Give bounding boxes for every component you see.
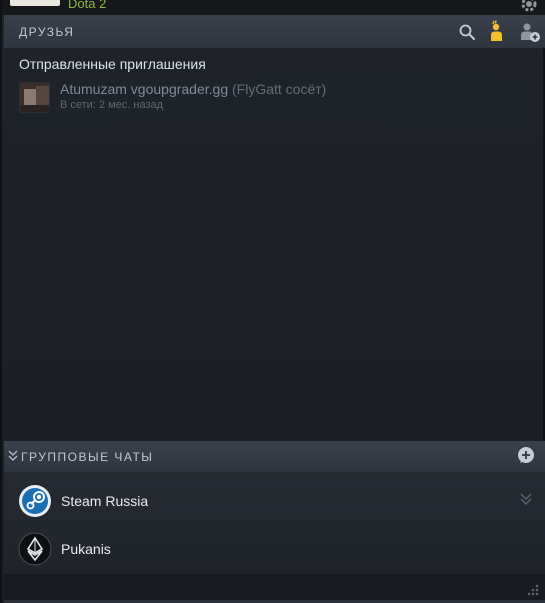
friends-list-window: Dota 2 ДРУЗЬЯ Отправленные приглашения A…: [0, 0, 545, 603]
add-friend-icon[interactable]: [485, 19, 511, 45]
group-chat-name: Steam Russia: [61, 493, 149, 509]
current-game-bar[interactable]: Dota 2: [2, 0, 545, 15]
current-game-label: Dota 2: [68, 0, 107, 11]
bottom-bar: [4, 574, 545, 603]
group-chat-name: Pukanis: [61, 541, 111, 557]
sent-invites-heading: Отправленные приглашения: [19, 56, 206, 72]
friend-avatar[interactable]: [19, 82, 50, 113]
friend-name: Atumuzam vgoupgrader.gg (FlyGatt cосёт): [60, 81, 326, 97]
friends-header: ДРУЗЬЯ: [4, 15, 545, 48]
chevron-down-icon[interactable]: [520, 492, 532, 506]
group-chats-header[interactable]: ГРУППОВЫЕ ЧАТЫ: [4, 441, 545, 472]
add-chat-icon[interactable]: [516, 445, 538, 467]
gear-icon[interactable]: [519, 0, 539, 14]
resize-grip-icon[interactable]: [525, 582, 539, 596]
ethereum-logo-icon: [18, 532, 52, 566]
search-icon[interactable]: [458, 23, 476, 41]
friend-name-text: Atumuzam vgoupgrader.gg: [60, 81, 229, 97]
friend-status: В сети: 2 мес. назад: [60, 99, 164, 111]
user-avatar[interactable]: [10, 0, 60, 6]
list-item[interactable]: Atumuzam vgoupgrader.gg (FlyGatt cосёт) …: [19, 80, 519, 114]
friends-title: ДРУЗЬЯ: [19, 25, 75, 39]
double-chevron-down-icon[interactable]: [8, 450, 18, 462]
steam-logo-icon: [19, 485, 51, 517]
group-chats-title: ГРУППОВЫЕ ЧАТЫ: [21, 450, 154, 464]
group-chat-item[interactable]: Steam Russia: [18, 484, 532, 524]
group-chat-item[interactable]: Pukanis: [18, 532, 518, 572]
friend-nickname: (FlyGatt cосёт): [232, 81, 327, 97]
friends-add-icon[interactable]: [516, 19, 542, 45]
